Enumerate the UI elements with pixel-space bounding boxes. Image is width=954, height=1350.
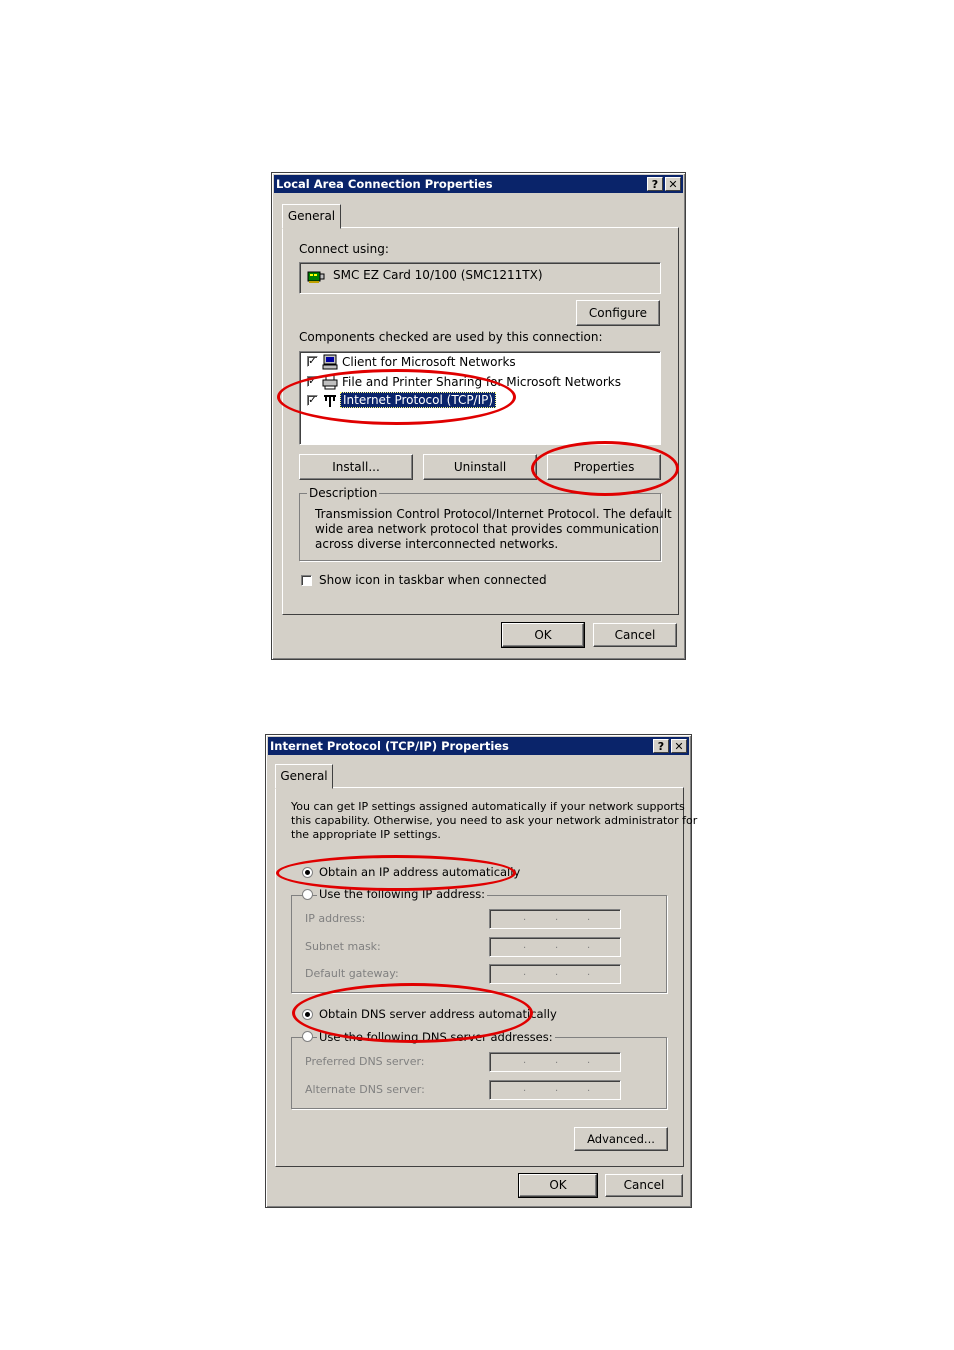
title-bar: Local Area Connection Properties ? ✕ — [274, 175, 683, 193]
protocol-icon — [324, 395, 336, 407]
close-button[interactable]: ✕ — [665, 177, 681, 191]
component-label: File and Printer Sharing for Microsoft N… — [342, 375, 621, 389]
ip-address-field[interactable]: ... — [489, 909, 621, 929]
configure-button[interactable]: Configure — [576, 300, 660, 326]
cancel-button[interactable]: Cancel — [605, 1174, 683, 1197]
alternate-dns-field[interactable]: ... — [489, 1080, 621, 1100]
subnet-mask-field[interactable]: ... — [489, 937, 621, 957]
tab-general[interactable]: General — [282, 204, 341, 229]
adapter-name: SMC EZ Card 10/100 (SMC1211TX) — [333, 268, 543, 282]
checkbox-client[interactable]: ✓ — [307, 356, 318, 367]
default-gateway-label: Default gateway: — [305, 967, 399, 980]
network-card-icon — [307, 271, 325, 283]
intro-line: the appropriate IP settings. — [291, 828, 441, 841]
description-line: wide area network protocol that provides… — [315, 522, 659, 536]
component-label-selected[interactable]: Internet Protocol (TCP/IP) — [340, 392, 497, 408]
default-gateway-field[interactable]: ... — [489, 964, 621, 984]
intro-line: this capability. Otherwise, you need to … — [291, 814, 698, 827]
obtain-dns-auto-label: Obtain DNS server address automatically — [319, 1007, 557, 1021]
cancel-button[interactable]: Cancel — [593, 623, 677, 647]
checkbox-file-printer[interactable]: ✓ — [307, 376, 318, 387]
tcpip-properties-dialog: Internet Protocol (TCP/IP) Properties ? … — [265, 734, 697, 1208]
alternate-dns-label: Alternate DNS server: — [305, 1083, 425, 1096]
component-label: Client for Microsoft Networks — [342, 355, 516, 369]
close-button[interactable]: ✕ — [671, 739, 687, 753]
components-label: Components checked are used by this conn… — [299, 330, 603, 344]
printer-icon — [322, 374, 338, 390]
advanced-button[interactable]: Advanced... — [574, 1127, 668, 1151]
properties-button[interactable]: Properties — [547, 454, 661, 480]
show-icon-checkbox[interactable] — [301, 575, 312, 586]
description-line: across diverse interconnected networks. — [315, 537, 559, 551]
description-line: Transmission Control Protocol/Internet P… — [315, 507, 672, 521]
obtain-ip-auto-label: Obtain an IP address automatically — [319, 865, 521, 879]
checkbox-tcpip[interactable]: ✓ — [307, 395, 318, 406]
title-bar: Internet Protocol (TCP/IP) Properties ? … — [268, 737, 689, 755]
obtain-dns-auto-radio[interactable] — [302, 1009, 313, 1020]
use-following-dns-label: Use the following DNS server addresses: — [317, 1030, 555, 1044]
preferred-dns-label: Preferred DNS server: — [305, 1055, 425, 1068]
intro-line: You can get IP settings assigned automat… — [291, 800, 685, 813]
help-button[interactable]: ? — [653, 739, 669, 753]
tab-general[interactable]: General — [275, 764, 333, 789]
selected-item: Internet Protocol (TCP/IP) — [340, 392, 497, 408]
description-label: Description — [307, 486, 380, 500]
ok-button[interactable]: OK — [518, 1173, 598, 1198]
use-following-dns-radio[interactable] — [302, 1031, 313, 1042]
ok-button[interactable]: OK — [501, 622, 585, 648]
ip-address-label: IP address: — [305, 912, 366, 925]
local-area-connection-dialog: Local Area Connection Properties ? ✕ Gen… — [271, 172, 686, 660]
preferred-dns-field[interactable]: ... — [489, 1052, 621, 1072]
use-following-ip-radio[interactable] — [302, 889, 313, 900]
connect-using-label: Connect using: — [299, 242, 389, 256]
install-button[interactable]: Install... — [299, 454, 413, 480]
uninstall-button[interactable]: Uninstall — [423, 454, 537, 480]
help-button[interactable]: ? — [647, 177, 663, 191]
subnet-mask-label: Subnet mask: — [305, 940, 381, 953]
use-following-ip-label: Use the following IP address: — [317, 887, 488, 901]
dialog-title: Internet Protocol (TCP/IP) Properties — [270, 739, 509, 753]
show-icon-label: Show icon in taskbar when connected — [319, 573, 547, 587]
computer-icon — [322, 354, 338, 370]
dialog-title: Local Area Connection Properties — [276, 177, 493, 191]
obtain-ip-auto-radio[interactable] — [302, 867, 313, 878]
